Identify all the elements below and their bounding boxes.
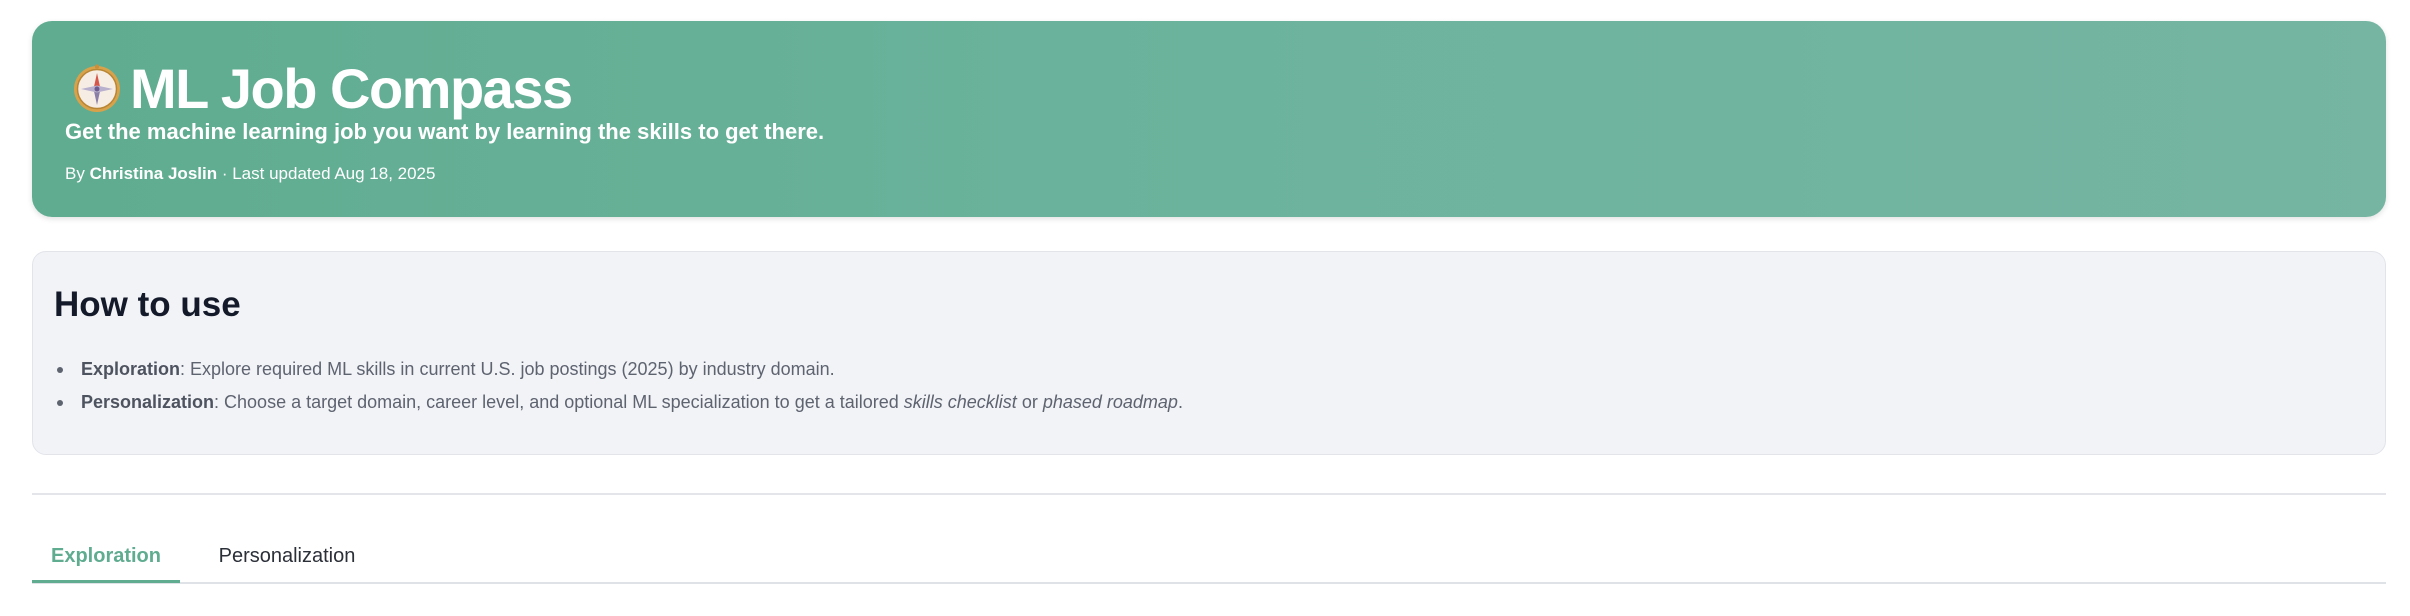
list-item-text: : Explore required ML skills in current … — [180, 359, 835, 379]
tab-personalization[interactable]: Personalization — [202, 530, 372, 582]
divider — [32, 493, 2386, 495]
list-item-label: Exploration — [81, 359, 181, 379]
list-item: Personalization: Choose a target domain,… — [54, 386, 1183, 419]
app-page: ML Job Compass Get the machine learning … — [0, 0, 2410, 616]
how-to-use-card: How to use Exploration: Explore required… — [32, 251, 2386, 455]
header-banner: ML Job Compass Get the machine learning … — [32, 21, 2386, 217]
list-item-label: Personalization — [81, 392, 215, 412]
skills-checklist-emphasis: skills checklist — [903, 392, 1017, 412]
byline-prefix: By — [65, 164, 85, 183]
author-name: Christina Joslin — [89, 164, 218, 183]
page-title: ML Job Compass — [130, 57, 573, 120]
tab-exploration[interactable]: Exploration — [32, 530, 180, 582]
compass-icon — [74, 64, 120, 112]
last-updated: · Last updated Aug 18, 2025 — [221, 164, 436, 183]
how-to-use-list: Exploration: Explore required ML skills … — [54, 353, 1183, 419]
active-tab-indicator — [32, 580, 180, 583]
list-item-text: : Choose a target domain, career level, … — [214, 392, 904, 412]
list-item-connector: or — [1016, 392, 1043, 412]
page-subtitle: Get the machine learning job you want by… — [65, 119, 825, 144]
list-item-end: . — [1177, 392, 1183, 412]
byline: By Christina Joslin · Last updated Aug 1… — [65, 162, 435, 186]
how-to-use-title: How to use — [54, 285, 241, 324]
tab-bar: Exploration Personalization — [32, 530, 2386, 584]
phased-roadmap-emphasis: phased roadmap — [1042, 392, 1178, 412]
title-row: ML Job Compass — [72, 55, 573, 123]
list-item: Exploration: Explore required ML skills … — [54, 353, 1183, 386]
